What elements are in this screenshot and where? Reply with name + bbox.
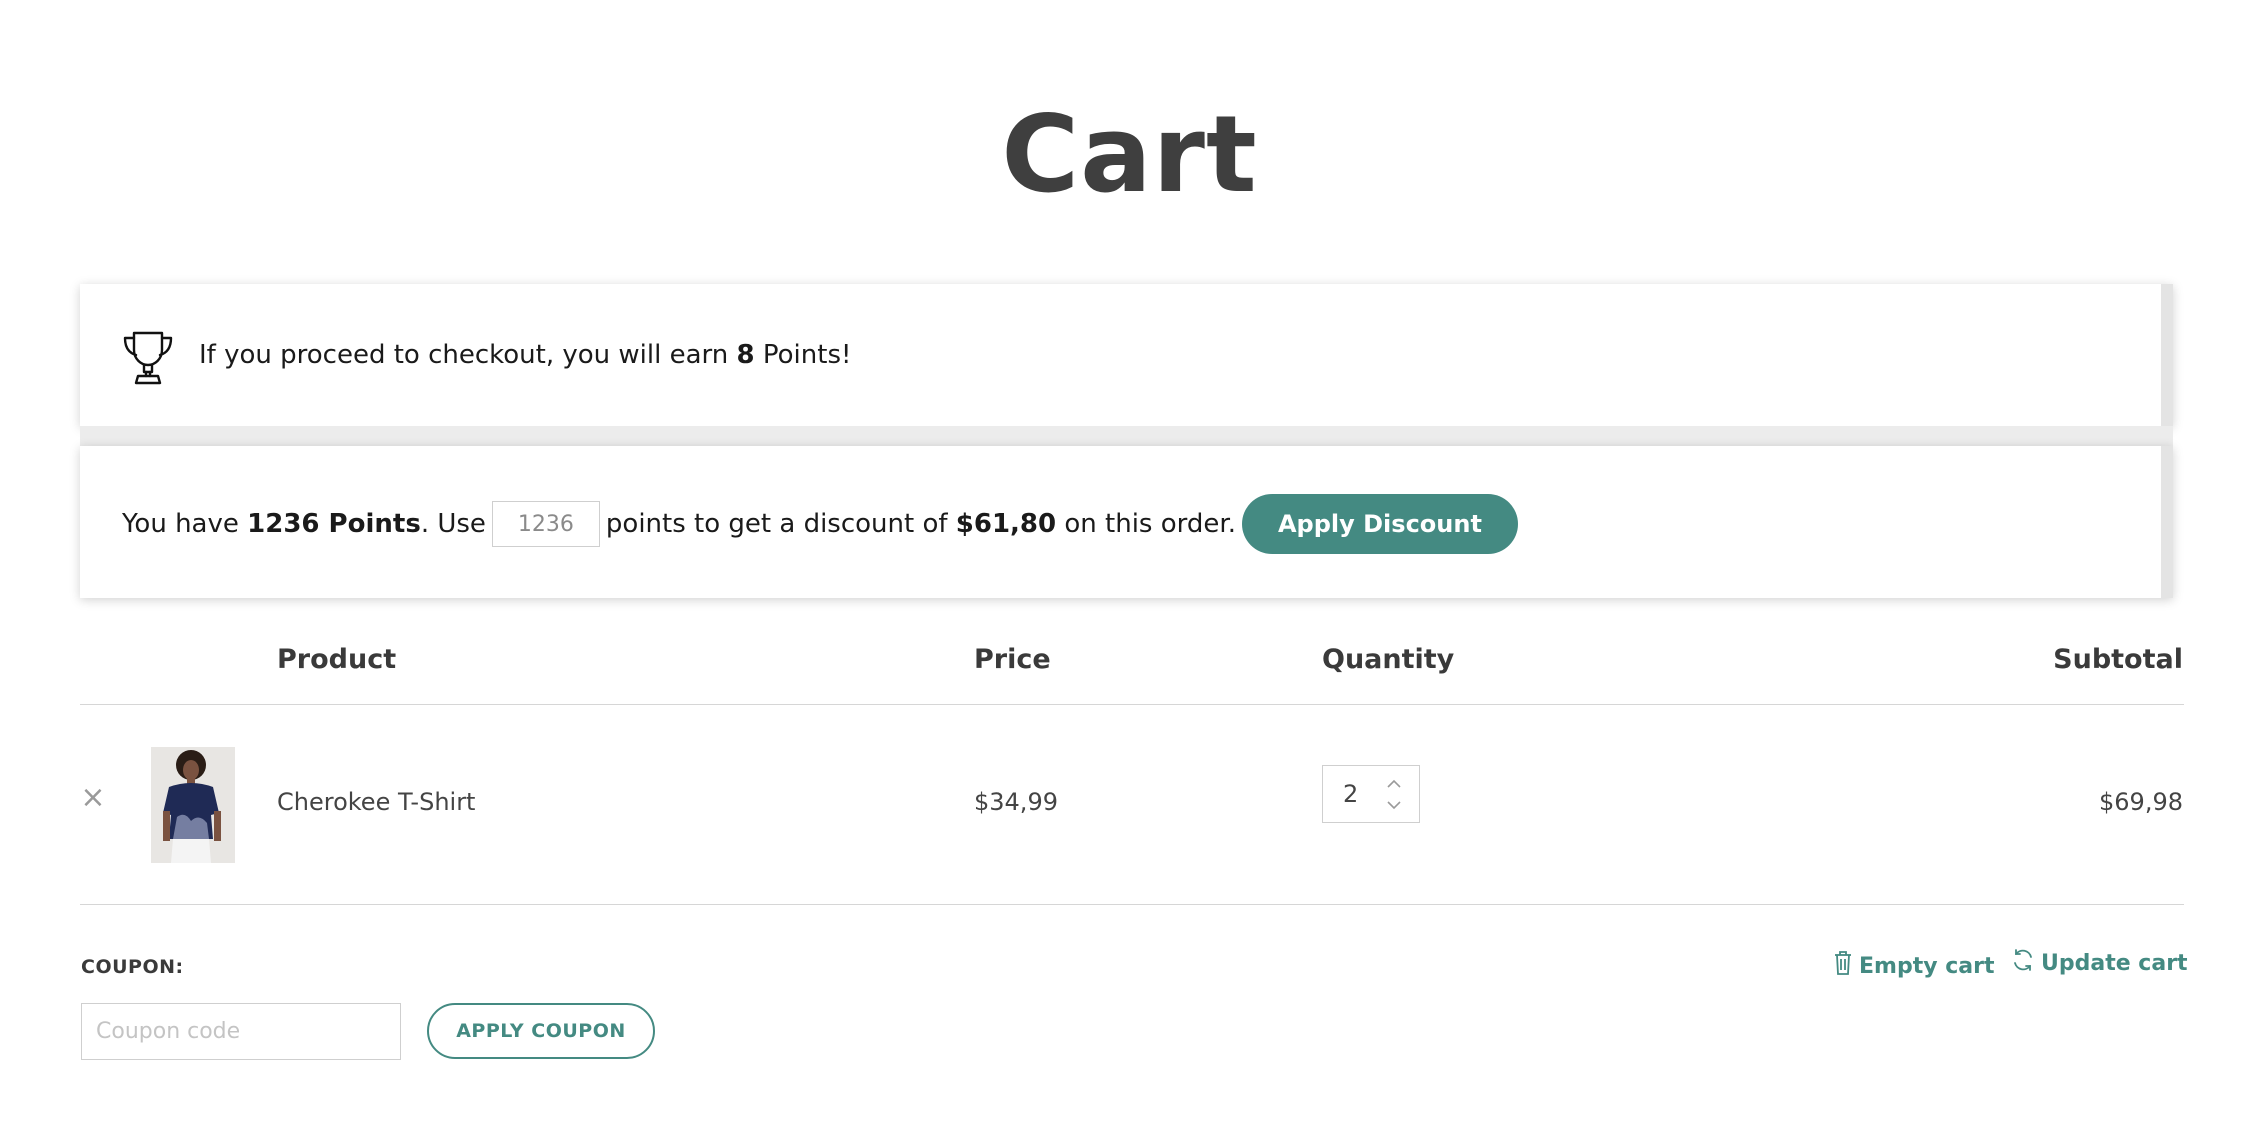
- points-earn-notice: If you proceed to checkout, you will ear…: [80, 284, 2173, 426]
- table-header-divider: [80, 704, 2184, 705]
- column-header-price: Price: [974, 644, 1051, 675]
- product-name[interactable]: Cherokee T-Shirt: [277, 788, 475, 816]
- points-redeem-row: You have 1236 Points . Use points to get…: [122, 494, 1518, 554]
- apply-coupon-button[interactable]: APPLY COUPON: [427, 1003, 655, 1059]
- redeem-text-middle: points to get a discount of: [605, 509, 956, 539]
- quantity-value[interactable]: 2: [1343, 780, 1358, 808]
- update-cart-button[interactable]: Update cart: [2011, 948, 2188, 978]
- points-earn-message: If you proceed to checkout, you will ear…: [199, 340, 851, 370]
- product-subtotal: $69,98: [2099, 788, 2183, 816]
- empty-cart-button[interactable]: Empty cart: [1833, 950, 1994, 982]
- trash-icon: [1833, 950, 1859, 982]
- chevron-up-icon[interactable]: [1383, 775, 1405, 793]
- points-earn-text-after: Points!: [754, 340, 852, 370]
- page-title: Cart: [1001, 93, 1258, 217]
- empty-cart-label: Empty cart: [1859, 953, 1995, 979]
- update-cart-label: Update cart: [2041, 950, 2188, 976]
- points-earn-amount: 8: [736, 340, 755, 370]
- points-balance: 1236 Points: [247, 509, 421, 539]
- discount-amount: $61,80: [955, 509, 1057, 539]
- coupon-label: COUPON:: [81, 956, 184, 978]
- points-redeem-notice: You have 1236 Points . Use points to get…: [80, 446, 2173, 598]
- redeem-text-suffix: on this order.: [1056, 509, 1236, 539]
- column-header-product: Product: [277, 644, 397, 675]
- points-earn-text-before: If you proceed to checkout, you will ear…: [199, 340, 737, 370]
- points-to-use-input[interactable]: [491, 501, 600, 547]
- redeem-text-use: . Use: [420, 509, 486, 539]
- product-price: $34,99: [974, 788, 1058, 816]
- table-footer-divider: [80, 904, 2184, 905]
- redeem-text-prefix: You have: [122, 509, 248, 539]
- quantity-stepper[interactable]: 2: [1322, 765, 1420, 823]
- apply-discount-button[interactable]: Apply Discount: [1241, 494, 1518, 554]
- chevron-down-icon[interactable]: [1383, 796, 1405, 814]
- notice-divider: [80, 426, 2173, 446]
- close-icon[interactable]: ×: [80, 783, 106, 813]
- column-header-subtotal: Subtotal: [2053, 644, 2183, 675]
- trophy-icon: [122, 330, 174, 386]
- product-thumbnail[interactable]: [151, 747, 235, 863]
- refresh-icon: [2011, 948, 2041, 978]
- coupon-code-input[interactable]: [81, 1003, 401, 1060]
- column-header-quantity: Quantity: [1322, 644, 1455, 675]
